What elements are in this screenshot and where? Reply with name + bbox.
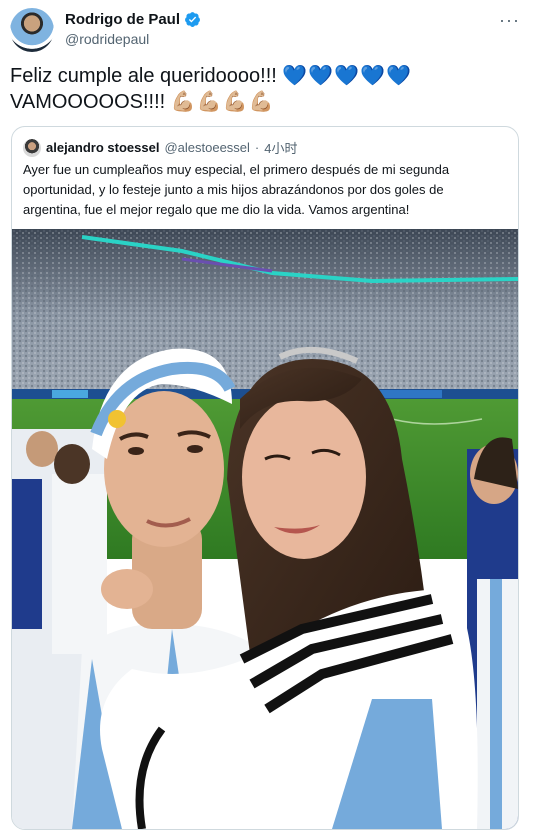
quoted-separator: · (254, 140, 260, 155)
quoted-author-avatar (23, 138, 41, 157)
quoted-tweet-photo[interactable] (12, 229, 518, 829)
verified-badge-icon (185, 12, 200, 27)
tweet-header: Rodrigo de Paul @rodridepaul ··· (10, 8, 524, 54)
author-name-row: Rodrigo de Paul (65, 11, 201, 28)
quoted-tweet-header: alejandro stoessel @alestoeessel · 4小时 (23, 138, 298, 157)
author-avatar[interactable] (10, 8, 54, 52)
more-options-icon[interactable]: ··· (499, 10, 520, 31)
quoted-author-name: alejandro stoessel (46, 140, 160, 155)
tweet-text: Feliz cumple ale queridoooo!!! 💙💙💙💙💙 VAM… (10, 63, 510, 115)
flexed-biceps-emoji: 💪🏼💪🏼💪🏼💪🏼 (170, 91, 275, 113)
tweet-line-1: Feliz cumple ale queridoooo!!! (10, 65, 283, 87)
quoted-tweet[interactable]: alejandro stoessel @alestoeessel · 4小时 A… (11, 126, 519, 830)
quoted-author-handle: @alestoeessel (164, 140, 250, 155)
author-handle[interactable]: @rodridepaul (65, 31, 149, 47)
tweet-line-2: VAMOOOOOS!!!! (10, 91, 171, 113)
stadium-selfie-image (12, 229, 518, 829)
quoted-timestamp: 4小时 (264, 141, 298, 156)
author-name[interactable]: Rodrigo de Paul (65, 11, 180, 28)
blue-hearts-emoji: 💙💙💙💙💙 (282, 65, 412, 87)
quoted-tweet-text: Ayer fue un cumpleaños muy especial, el … (23, 162, 450, 217)
